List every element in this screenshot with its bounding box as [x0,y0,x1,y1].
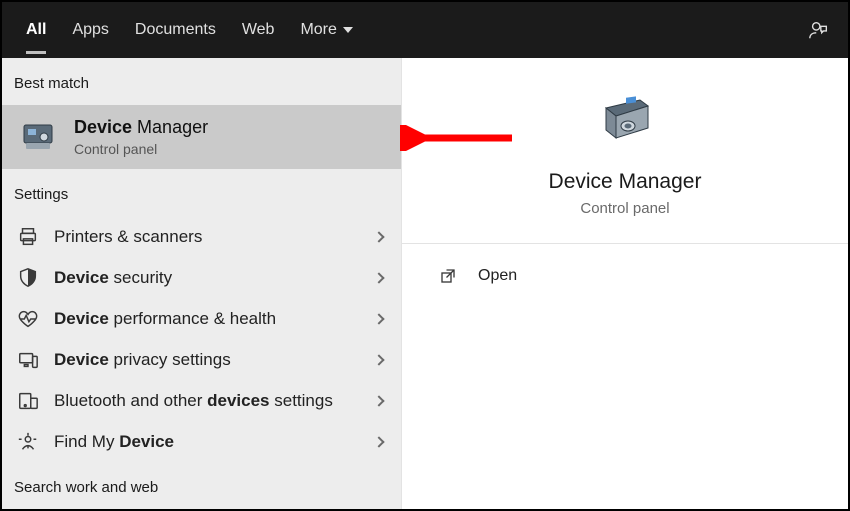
tab-more[interactable]: More [300,2,352,58]
chevron-right-icon [373,395,384,406]
tab-web[interactable]: Web [242,2,275,58]
setting-device-privacy[interactable]: Device privacy settings [2,339,401,380]
tab-documents[interactable]: Documents [135,2,216,58]
tab-apps[interactable]: Apps [72,2,108,58]
setting-printers-scanners[interactable]: Printers & scanners [2,216,401,257]
best-match-text: Device Manager Control panel [74,117,208,157]
device-manager-large-icon [596,92,654,150]
heart-icon [16,307,40,331]
chevron-down-icon [343,27,353,33]
setting-label: Bluetooth and other devices settings [54,391,361,411]
settings-header: Settings [2,169,401,216]
setting-bluetooth-devices[interactable]: Bluetooth and other devices settings [2,380,401,421]
search-work-web-header: Search work and web [2,462,401,509]
device-manager-icon [20,119,56,155]
tab-label: More [300,21,336,39]
best-match-item[interactable]: Device Manager Control panel [2,105,401,169]
best-match-header: Best match [2,58,401,105]
action-open[interactable]: Open [402,244,848,308]
tab-label: Apps [72,21,108,39]
results-left-column: Best match Device Manager Control panel … [2,58,402,509]
setting-label: Device privacy settings [54,350,361,370]
shield-icon [16,266,40,290]
bluetooth-icon [16,389,40,413]
printer-icon [16,225,40,249]
chevron-right-icon [373,354,384,365]
best-match-subtitle: Control panel [74,141,208,157]
search-topbar: All Apps Documents Web More [2,2,848,58]
tab-all[interactable]: All [26,2,46,58]
action-label: Open [478,267,517,285]
detail-pane: Device Manager Control panel Open [402,58,848,509]
detail-subtitle: Control panel [580,200,669,217]
open-icon [438,266,458,286]
setting-label: Device security [54,268,361,288]
tab-label: Documents [135,21,216,39]
chevron-right-icon [373,231,384,242]
setting-device-performance[interactable]: Device performance & health [2,298,401,339]
setting-device-security[interactable]: Device security [2,257,401,298]
best-match-title: Device Manager [74,117,208,138]
search-results-main: Best match Device Manager Control panel … [2,58,848,509]
feedback-icon[interactable] [808,19,830,41]
privacy-icon [16,348,40,372]
setting-find-my-device[interactable]: Find My Device [2,421,401,462]
setting-label: Device performance & health [54,309,361,329]
setting-label: Printers & scanners [54,227,361,247]
chevron-right-icon [373,272,384,283]
detail-title: Device Manager [549,170,702,194]
tab-label: All [26,21,46,39]
setting-label: Find My Device [54,432,361,452]
tab-label: Web [242,21,275,39]
chevron-right-icon [373,436,384,447]
detail-header: Device Manager Control panel [402,58,848,244]
chevron-right-icon [373,313,384,324]
find-icon [16,430,40,454]
filter-tabs: All Apps Documents Web More [26,2,353,58]
